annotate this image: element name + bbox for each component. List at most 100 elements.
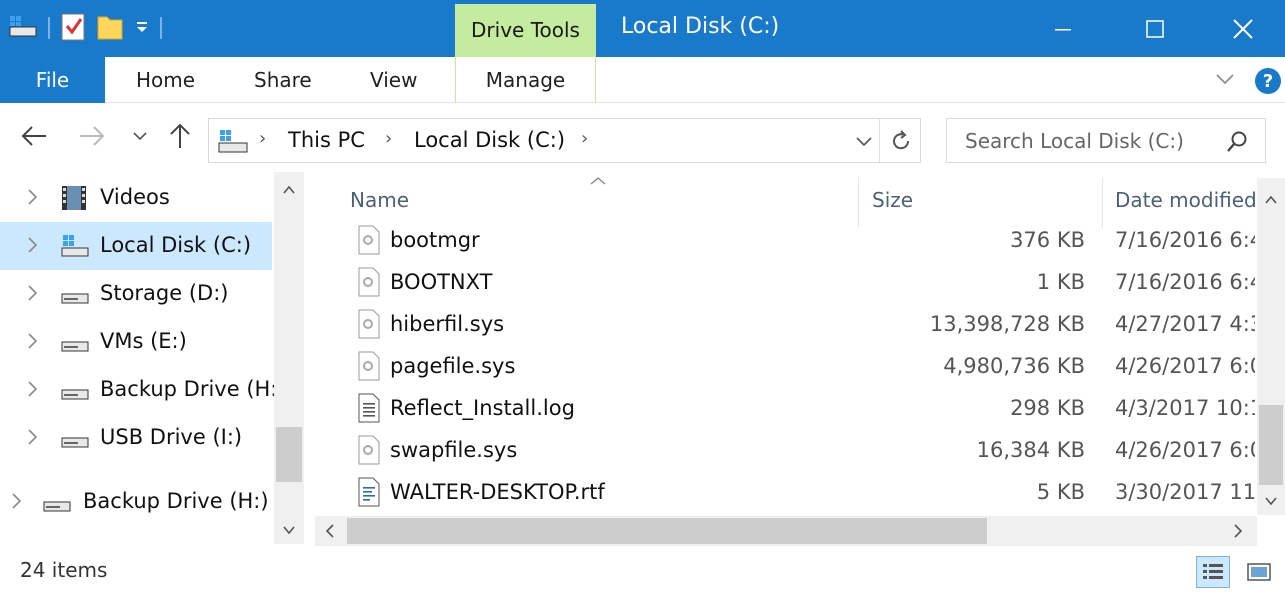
minimize-button[interactable] <box>1017 0 1109 57</box>
large-icons-view-icon <box>1247 563 1271 581</box>
title-bar: Drive Tools Local Disk (C:) <box>0 0 1285 57</box>
column-header-date-modified[interactable]: Date modified <box>1115 188 1257 212</box>
horizontal-scroll-thumb[interactable] <box>347 518 987 544</box>
breadcrumb-this-pc[interactable]: This PC <box>288 128 365 152</box>
drive-icon <box>60 424 90 456</box>
nav-item-backup-drive-root[interactable]: Backup Drive (H:) <box>0 478 272 526</box>
expand-ribbon-icon[interactable] <box>1214 69 1236 93</box>
recent-locations-icon[interactable] <box>130 120 150 156</box>
file-date-modified: 4/27/2017 4:3 <box>1115 312 1255 336</box>
drive-tools-label: Drive Tools <box>471 18 580 42</box>
vertical-scroll-thumb[interactable] <box>1259 405 1283 485</box>
chevron-right-icon[interactable] <box>26 186 40 212</box>
nav-item-label: Backup Drive (H: <box>100 377 278 401</box>
tab-view[interactable]: View <box>370 57 417 103</box>
nav-item-videos[interactable]: Videos <box>0 174 272 222</box>
system-file-icon <box>356 224 382 260</box>
toolbar-separator <box>48 17 50 39</box>
nav-item-backup-drive[interactable]: Backup Drive (H: <box>0 366 277 414</box>
file-date-modified: 4/26/2017 6:0 <box>1115 354 1255 378</box>
drive-icon <box>8 13 38 43</box>
properties-icon[interactable] <box>60 11 86 45</box>
file-row[interactable]: hiberfil.sys 13,398,728 KB 4/27/2017 4:3 <box>350 306 1255 348</box>
ribbon-tab-row: File Home Share View Manage ? <box>0 57 1285 103</box>
tab-home[interactable]: Home <box>136 57 195 103</box>
file-size: 4,980,736 KB <box>943 354 1085 378</box>
system-file-icon <box>356 308 382 344</box>
item-count: 24 items <box>20 558 108 582</box>
column-header-size[interactable]: Size <box>872 188 913 212</box>
scroll-down-icon[interactable] <box>1264 493 1278 512</box>
help-button[interactable]: ? <box>1255 68 1281 94</box>
chevron-right-icon[interactable] <box>26 234 40 260</box>
status-bar: 24 items <box>0 548 1285 593</box>
file-name: hiberfil.sys <box>390 312 505 336</box>
file-size: 298 KB <box>1010 396 1085 420</box>
toolbar-separator <box>160 17 162 39</box>
address-history-icon[interactable] <box>854 131 874 155</box>
breadcrumb-local-disk[interactable]: Local Disk (C:) <box>414 128 565 152</box>
column-header-name[interactable]: Name <box>350 188 409 212</box>
file-row[interactable]: bootmgr 376 KB 7/16/2016 6:4 <box>350 222 1255 264</box>
drive-icon <box>42 488 72 520</box>
file-row[interactable]: WALTER-DESKTOP.rtf 5 KB 3/30/2017 11: <box>350 474 1255 516</box>
up-arrow-icon[interactable] <box>164 120 196 156</box>
chevron-right-icon[interactable] <box>26 282 40 308</box>
customize-toolbar-icon[interactable] <box>134 14 150 42</box>
chevron-right-icon[interactable] <box>26 426 40 452</box>
back-arrow-icon[interactable] <box>18 120 50 156</box>
tab-manage[interactable]: Manage <box>455 57 596 103</box>
nav-pane-scrollbar[interactable] <box>274 172 304 544</box>
search-input[interactable]: Search Local Disk (C:) <box>965 129 1184 153</box>
chevron-right-icon[interactable]: › <box>259 128 266 149</box>
file-row[interactable]: swapfile.sys 16,384 KB 4/26/2017 6:0 <box>350 432 1255 474</box>
close-button[interactable] <box>1197 0 1285 57</box>
column-divider[interactable] <box>858 178 859 228</box>
maximize-button[interactable] <box>1109 0 1201 57</box>
scroll-left-icon[interactable] <box>323 523 337 543</box>
nav-pane-scroll-thumb[interactable] <box>276 427 302 482</box>
scroll-up-icon[interactable] <box>282 182 296 201</box>
chevron-right-icon[interactable]: › <box>581 128 588 149</box>
file-row[interactable]: BOOTNXT 1 KB 7/16/2016 6:4 <box>350 264 1255 306</box>
search-box[interactable]: Search Local Disk (C:) <box>946 118 1266 163</box>
details-view-button[interactable] <box>1196 556 1230 588</box>
rtf-file-icon <box>356 476 382 512</box>
chevron-right-icon[interactable] <box>10 490 24 516</box>
file-row[interactable]: pagefile.sys 4,980,736 KB 4/26/2017 6:0 <box>350 348 1255 390</box>
file-row[interactable]: Reflect_Install.log 298 KB 4/3/2017 10:1 <box>350 390 1255 432</box>
chevron-right-icon[interactable]: › <box>385 128 392 149</box>
address-divider <box>879 119 880 162</box>
quick-access-toolbar <box>8 10 162 46</box>
chevron-right-icon[interactable] <box>26 330 40 356</box>
videos-icon <box>60 184 88 216</box>
large-icons-view-button[interactable] <box>1242 556 1276 588</box>
scroll-down-icon[interactable] <box>282 522 296 541</box>
navigation-pane: Videos Local Disk (C:) Storage (D:) VMs … <box>0 172 305 544</box>
drive-icon <box>60 328 90 360</box>
file-name: swapfile.sys <box>390 438 518 462</box>
tab-file[interactable]: File <box>0 57 105 103</box>
column-divider[interactable] <box>1102 178 1103 228</box>
scroll-right-icon[interactable] <box>1231 523 1245 543</box>
file-date-modified: 4/3/2017 10:1 <box>1115 396 1255 420</box>
maximize-icon <box>1146 19 1164 38</box>
file-date-modified: 4/26/2017 6:0 <box>1115 438 1255 462</box>
search-icon[interactable] <box>1225 130 1249 158</box>
nav-item-local-disk[interactable]: Local Disk (C:) <box>0 222 272 270</box>
forward-arrow-icon[interactable] <box>76 120 108 156</box>
address-bar[interactable]: › This PC › Local Disk (C:) › <box>208 118 921 163</box>
file-name: WALTER-DESKTOP.rtf <box>390 480 605 504</box>
file-size: 13,398,728 KB <box>929 312 1085 336</box>
chevron-right-icon[interactable] <box>26 378 40 404</box>
tab-share[interactable]: Share <box>254 57 312 103</box>
refresh-icon[interactable] <box>889 129 913 157</box>
nav-item-vms[interactable]: VMs (E:) <box>0 318 272 366</box>
nav-item-usb-drive[interactable]: USB Drive (I:) <box>0 414 272 462</box>
nav-item-storage[interactable]: Storage (D:) <box>0 270 272 318</box>
new-folder-icon[interactable] <box>96 11 124 45</box>
scroll-up-icon[interactable] <box>1264 192 1278 211</box>
system-file-icon <box>356 434 382 470</box>
drive-icon <box>60 376 90 408</box>
details-view-icon <box>1203 564 1223 579</box>
